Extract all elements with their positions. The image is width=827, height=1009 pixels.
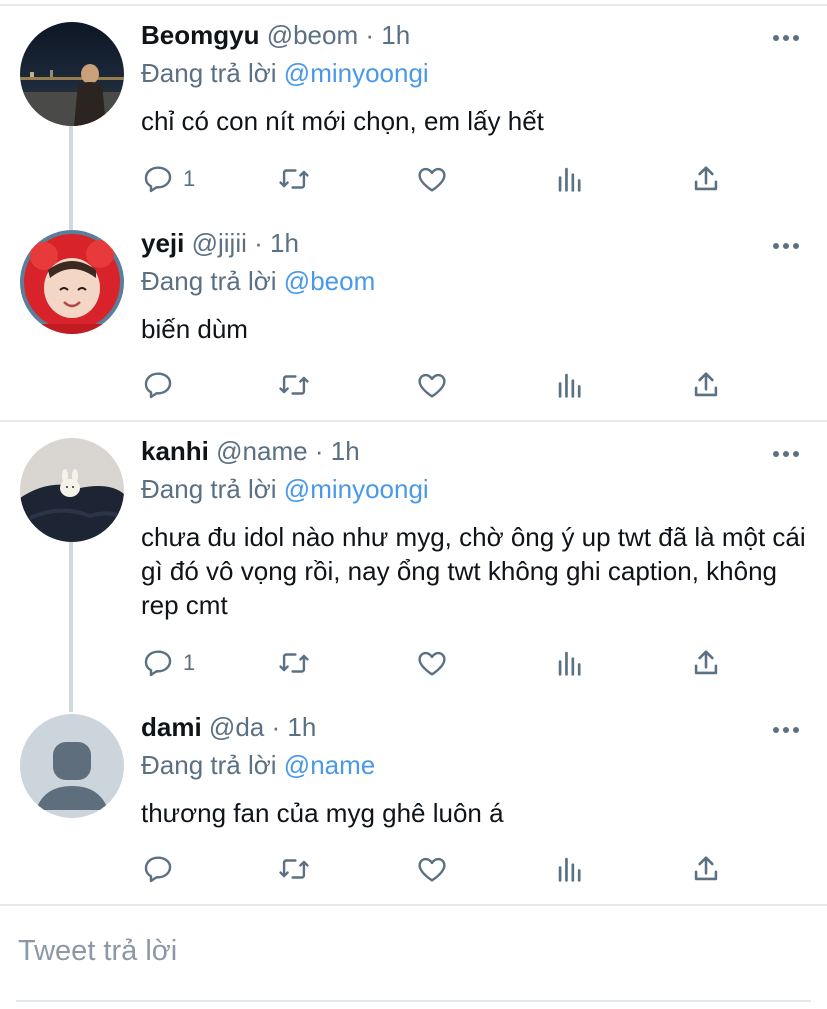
separator-dot: · (254, 228, 263, 258)
avatar[interactable] (20, 230, 124, 334)
retweet-icon (279, 169, 309, 189)
like-button[interactable] (415, 646, 449, 680)
more-options-icon[interactable] (771, 720, 801, 740)
replying-to: Đang trả lời @minyoongi (141, 474, 429, 505)
share-icon (694, 856, 718, 881)
tweet-header: Beomgyu @beom · 1h (141, 20, 410, 51)
retweet-icon (279, 653, 309, 673)
timestamp[interactable]: 1h (331, 436, 360, 466)
replying-to-label: Đang trả lời (141, 474, 277, 504)
analytics-icon (558, 373, 581, 398)
retweet-button[interactable] (277, 646, 311, 680)
tweet-actions (141, 368, 741, 408)
tweet-text: chưa đu idol nào như myg, chờ ông ý up t… (141, 522, 806, 620)
analytics-icon (558, 651, 581, 676)
analytics-button[interactable] (553, 852, 587, 886)
tweet-actions (141, 852, 741, 892)
reply-tweet-input[interactable]: Tweet trả lời (18, 935, 177, 968)
thread-line (69, 542, 73, 712)
display-name[interactable]: yeji (141, 228, 184, 258)
replying-to: Đang trả lời @beom (141, 266, 375, 297)
timestamp[interactable]: 1h (381, 20, 410, 50)
mention-link[interactable]: @beom (284, 266, 375, 296)
tweet-actions: 1 (141, 162, 741, 202)
handle[interactable]: @jijii (192, 228, 247, 258)
reply-count: 1 (183, 166, 196, 191)
reply-button[interactable] (141, 852, 183, 886)
replying-to: Đang trả lời @name (141, 750, 375, 781)
display-name[interactable]: kanhi (141, 436, 209, 466)
display-name[interactable]: Beomgyu (141, 20, 259, 50)
heart-icon (418, 857, 446, 882)
analytics-button[interactable] (553, 368, 587, 402)
replying-to-label: Đang trả lời (141, 266, 277, 296)
like-button[interactable] (415, 368, 449, 402)
retweet-icon (279, 859, 309, 879)
reply-icon (144, 650, 172, 677)
compose-divider (0, 904, 827, 906)
mention-link[interactable]: @minyoongi (284, 474, 429, 504)
reply-input-underline (16, 1000, 811, 1002)
heart-icon (418, 167, 446, 192)
like-button[interactable] (415, 162, 449, 196)
more-options-icon[interactable] (771, 444, 801, 464)
timestamp[interactable]: 1h (270, 228, 299, 258)
reply-button[interactable]: 1 (141, 646, 195, 680)
tweet[interactable]: yeji @jijii · 1h Đang trả lời @beom biến… (0, 208, 827, 420)
heart-icon (418, 651, 446, 676)
heart-icon (418, 373, 446, 398)
replying-to-label: Đang trả lời (141, 58, 277, 88)
handle[interactable]: @beom (267, 20, 358, 50)
tweet[interactable]: Beomgyu @beom · 1h Đang trả lời @minyoon… (0, 0, 827, 230)
tweet-header: kanhi @name · 1h (141, 436, 360, 467)
mention-link[interactable]: @name (284, 750, 375, 780)
share-icon (694, 166, 718, 191)
replying-to: Đang trả lời @minyoongi (141, 58, 429, 89)
retweet-icon (279, 375, 309, 395)
analytics-button[interactable] (553, 646, 587, 680)
avatar[interactable] (20, 714, 124, 818)
share-button[interactable] (689, 368, 723, 402)
analytics-icon (558, 857, 581, 882)
tweet[interactable]: kanhi @name · 1h Đang trả lời @minyoongi… (0, 416, 827, 712)
analytics-icon (558, 167, 581, 192)
tweet-header: yeji @jijii · 1h (141, 228, 299, 259)
default-avatar-icon (20, 714, 124, 818)
more-options-icon[interactable] (771, 236, 801, 256)
share-icon (694, 372, 718, 397)
retweet-button[interactable] (277, 368, 311, 402)
retweet-button[interactable] (277, 162, 311, 196)
tweet-actions: 1 (141, 646, 741, 686)
reply-icon (144, 166, 172, 193)
replying-to-label: Đang trả lời (141, 750, 277, 780)
separator-dot: · (314, 436, 324, 466)
reply-icon (144, 372, 172, 399)
avatar[interactable] (20, 22, 124, 126)
separator-dot: · (365, 20, 375, 50)
share-button[interactable] (689, 646, 723, 680)
like-button[interactable] (415, 852, 449, 886)
retweet-button[interactable] (277, 852, 311, 886)
avatar[interactable] (20, 438, 124, 542)
share-button[interactable] (689, 852, 723, 886)
handle[interactable]: @da (209, 712, 264, 742)
reply-button[interactable]: 1 (141, 162, 195, 196)
tweet-text: chỉ có con nít mới chọn, em lấy hết (141, 106, 544, 136)
tweet-text: thương fan của myg ghê luôn á (141, 798, 504, 828)
more-options-icon[interactable] (771, 28, 801, 48)
handle[interactable]: @name (216, 436, 307, 466)
tweet[interactable]: dami @da · 1h Đang trả lời @name thương … (0, 692, 827, 904)
timestamp[interactable]: 1h (287, 712, 316, 742)
tweet-header: dami @da · 1h (141, 712, 316, 743)
analytics-button[interactable] (553, 162, 587, 196)
tweet-text: biến dùm (141, 314, 248, 344)
share-icon (694, 650, 718, 675)
share-button[interactable] (689, 162, 723, 196)
display-name[interactable]: dami (141, 712, 202, 742)
reply-count: 1 (183, 650, 196, 675)
reply-button[interactable] (141, 368, 183, 402)
mention-link[interactable]: @minyoongi (284, 58, 429, 88)
separator-dot: · (271, 712, 281, 742)
reply-icon (144, 856, 172, 883)
